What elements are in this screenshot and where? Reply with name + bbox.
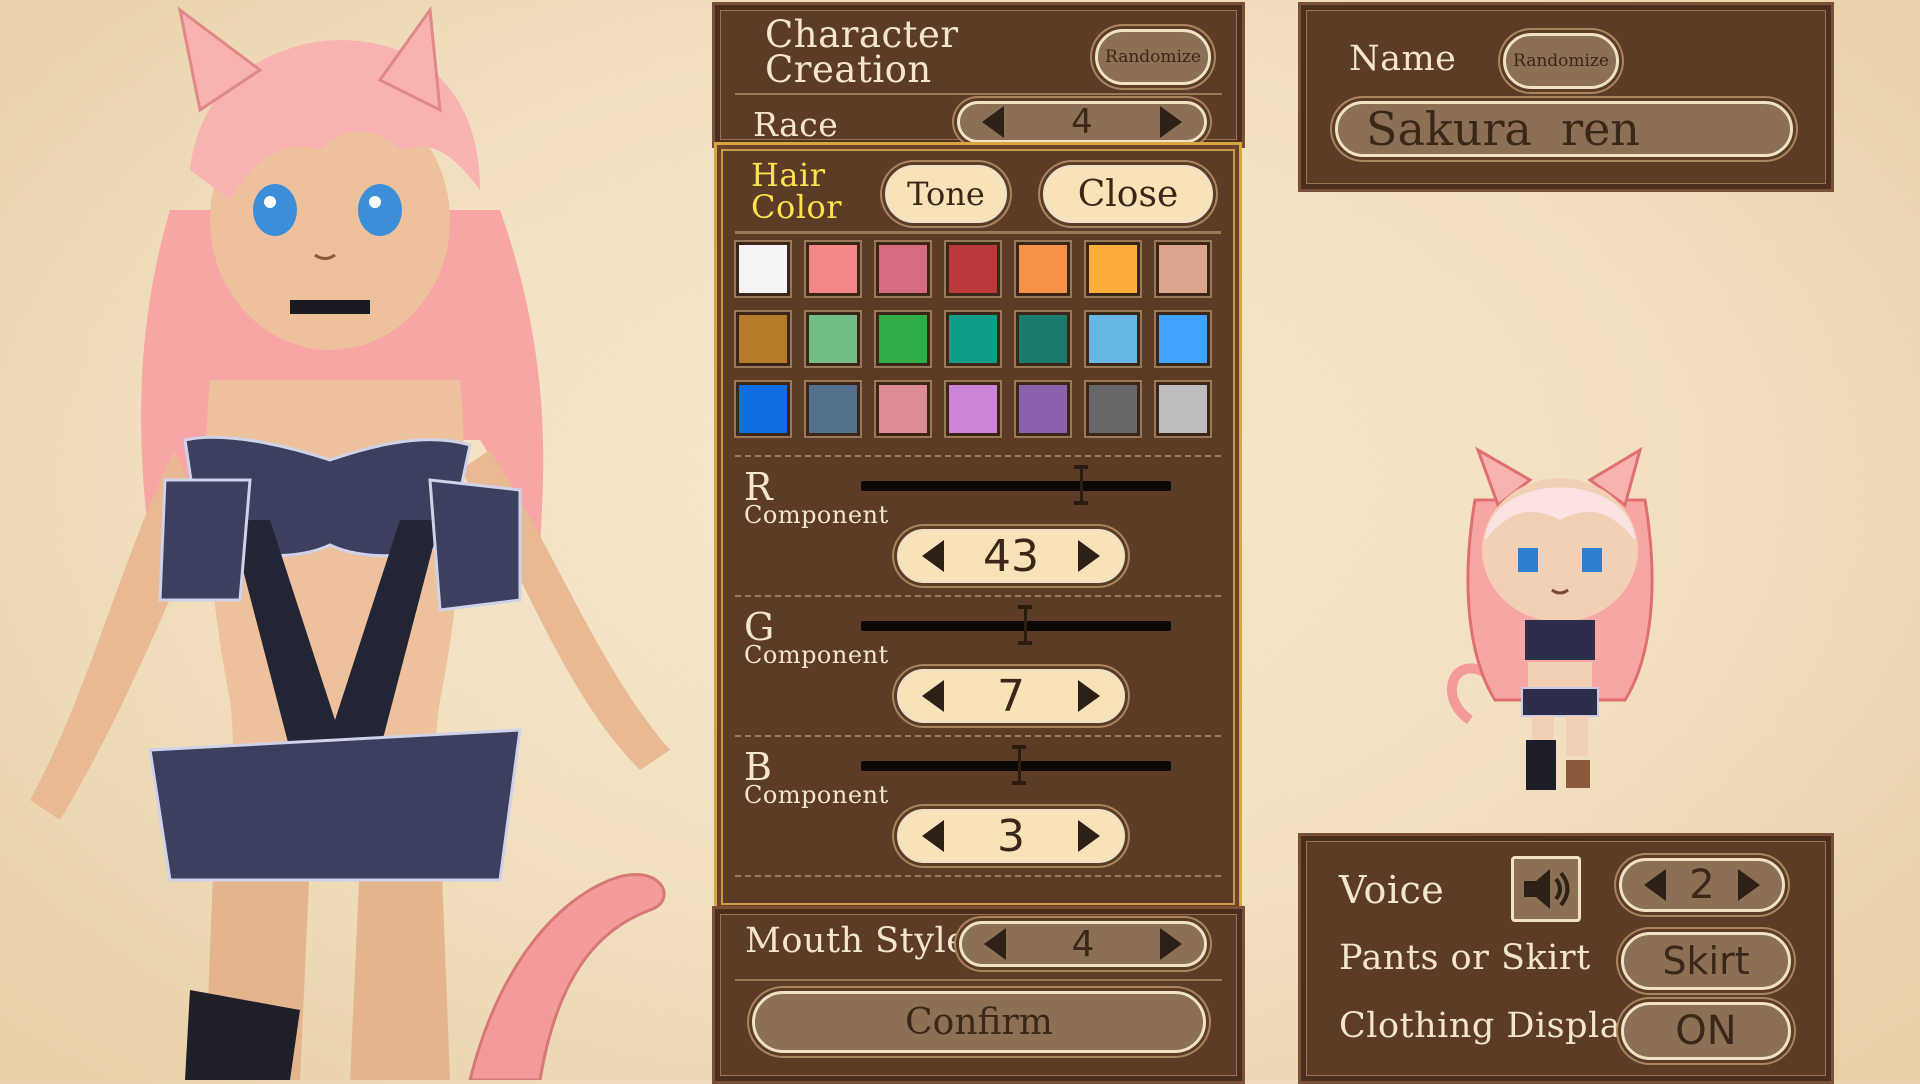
mouth-next-arrow[interactable] [1160,928,1182,960]
settings-panel: Voice 2 Pants or Skirt Skirt Clothing Di… [1298,833,1834,1084]
mouth-style-stepper[interactable]: 4 [959,921,1207,967]
r-value: 43 [983,530,1039,582]
color-swatch[interactable] [946,382,1000,436]
color-swatch[interactable] [1016,312,1070,366]
color-swatch[interactable] [806,242,860,296]
g-divider [735,735,1221,737]
r-value-stepper[interactable]: 43 [897,529,1125,583]
race-stepper[interactable]: 4 [957,101,1207,143]
hair-color-title: Hair Color [751,156,843,226]
race-value: 4 [1071,102,1093,142]
color-swatch[interactable] [876,312,930,366]
r-component-word: Component [744,501,889,529]
color-swatch[interactable] [736,242,790,296]
confirm-button[interactable]: Confirm [752,991,1206,1053]
clothing-display-value: ON [1675,1008,1737,1054]
color-swatch[interactable] [1016,242,1070,296]
name-randomize-label: Randomize [1513,51,1609,71]
r-decrement-arrow[interactable] [922,540,944,572]
color-swatch[interactable] [1086,382,1140,436]
color-swatch[interactable] [806,312,860,366]
color-swatch[interactable] [1156,312,1210,366]
b-decrement-arrow[interactable] [922,820,944,852]
color-swatch[interactable] [736,382,790,436]
name-panel: Name Randomize Sakura ren [1298,2,1834,192]
race-next-arrow[interactable] [1159,106,1182,138]
voice-label: Voice [1339,868,1445,912]
race-prev-arrow[interactable] [982,106,1004,138]
character-sprite [1440,430,1680,810]
r-divider [735,595,1221,597]
name-randomize-button[interactable]: Randomize [1503,33,1619,89]
pants-skirt-toggle[interactable]: Skirt [1621,932,1791,990]
b-increment-arrow[interactable] [1078,820,1100,852]
color-swatch[interactable] [876,382,930,436]
r-component-row: R Component 43 [717,465,1239,605]
voice-next-arrow[interactable] [1737,869,1760,901]
mouth-prev-arrow[interactable] [984,928,1006,960]
voice-play-button[interactable] [1511,856,1581,922]
character-portrait [0,0,710,1082]
close-label: Close [1077,173,1179,215]
g-value: 7 [997,670,1025,722]
voice-stepper[interactable]: 2 [1619,858,1785,912]
confirm-label: Confirm [905,1001,1053,1043]
b-component-row: B Component 3 [717,745,1239,885]
r-slider-thumb[interactable] [1074,465,1089,505]
color-swatch[interactable] [736,312,790,366]
header-divider [735,231,1221,234]
r-increment-arrow[interactable] [1078,540,1100,572]
color-swatch[interactable] [1086,242,1140,296]
g-increment-arrow[interactable] [1078,680,1100,712]
swatch-divider [735,455,1221,457]
color-swatch[interactable] [806,382,860,436]
tone-button[interactable]: Tone [885,165,1007,223]
color-swatch[interactable] [1016,382,1070,436]
g-value-stepper[interactable]: 7 [897,669,1125,723]
mouth-confirm-panel: Mouth Style 4 Confirm [712,906,1245,1084]
clothing-display-label: Clothing Display [1339,1006,1642,1046]
randomize-label: Randomize [1105,47,1201,67]
panel-title: Character Creation [765,13,959,91]
pants-skirt-label: Pants or Skirt [1339,938,1591,978]
g-component-word: Component [744,641,889,669]
close-button[interactable]: Close [1043,165,1213,223]
g-slider-thumb[interactable] [1018,605,1033,645]
race-label: Race [753,105,839,144]
b-value-stepper[interactable]: 3 [897,809,1125,863]
mouth-style-value: 4 [1071,923,1095,965]
b-component-word: Component [744,781,889,809]
b-value: 3 [997,810,1025,862]
pants-skirt-value: Skirt [1662,939,1750,983]
voice-value: 2 [1689,862,1715,908]
randomize-button[interactable]: Randomize [1095,29,1211,85]
color-swatch[interactable] [1156,242,1210,296]
color-swatch[interactable] [876,242,930,296]
color-swatch[interactable] [946,242,1000,296]
character-creation-panel: Character Creation Randomize Race 4 [712,2,1245,148]
voice-prev-arrow[interactable] [1644,869,1666,901]
clothing-display-toggle[interactable]: ON [1621,1002,1791,1060]
name-input[interactable]: Sakura ren [1335,101,1793,157]
color-swatch[interactable] [1156,382,1210,436]
color-swatch[interactable] [1086,312,1140,366]
color-swatch[interactable] [946,312,1000,366]
g-decrement-arrow[interactable] [922,680,944,712]
r-slider-track[interactable] [861,481,1171,491]
speaker-icon [1524,869,1570,909]
g-component-row: G Component 7 [717,605,1239,745]
name-label: Name [1349,39,1457,79]
mouth-style-label: Mouth Style [745,921,968,961]
g-slider-track[interactable] [861,621,1171,631]
mouth-divider [735,979,1222,981]
b-slider-thumb[interactable] [1012,745,1027,785]
b-divider [735,875,1221,877]
color-swatch-grid [736,242,1216,452]
title-divider [735,93,1222,95]
name-value: Sakura ren [1366,102,1640,156]
tone-label: Tone [907,175,985,213]
hair-color-panel: Hair Color Tone Close R Component 43 G C… [714,142,1242,912]
